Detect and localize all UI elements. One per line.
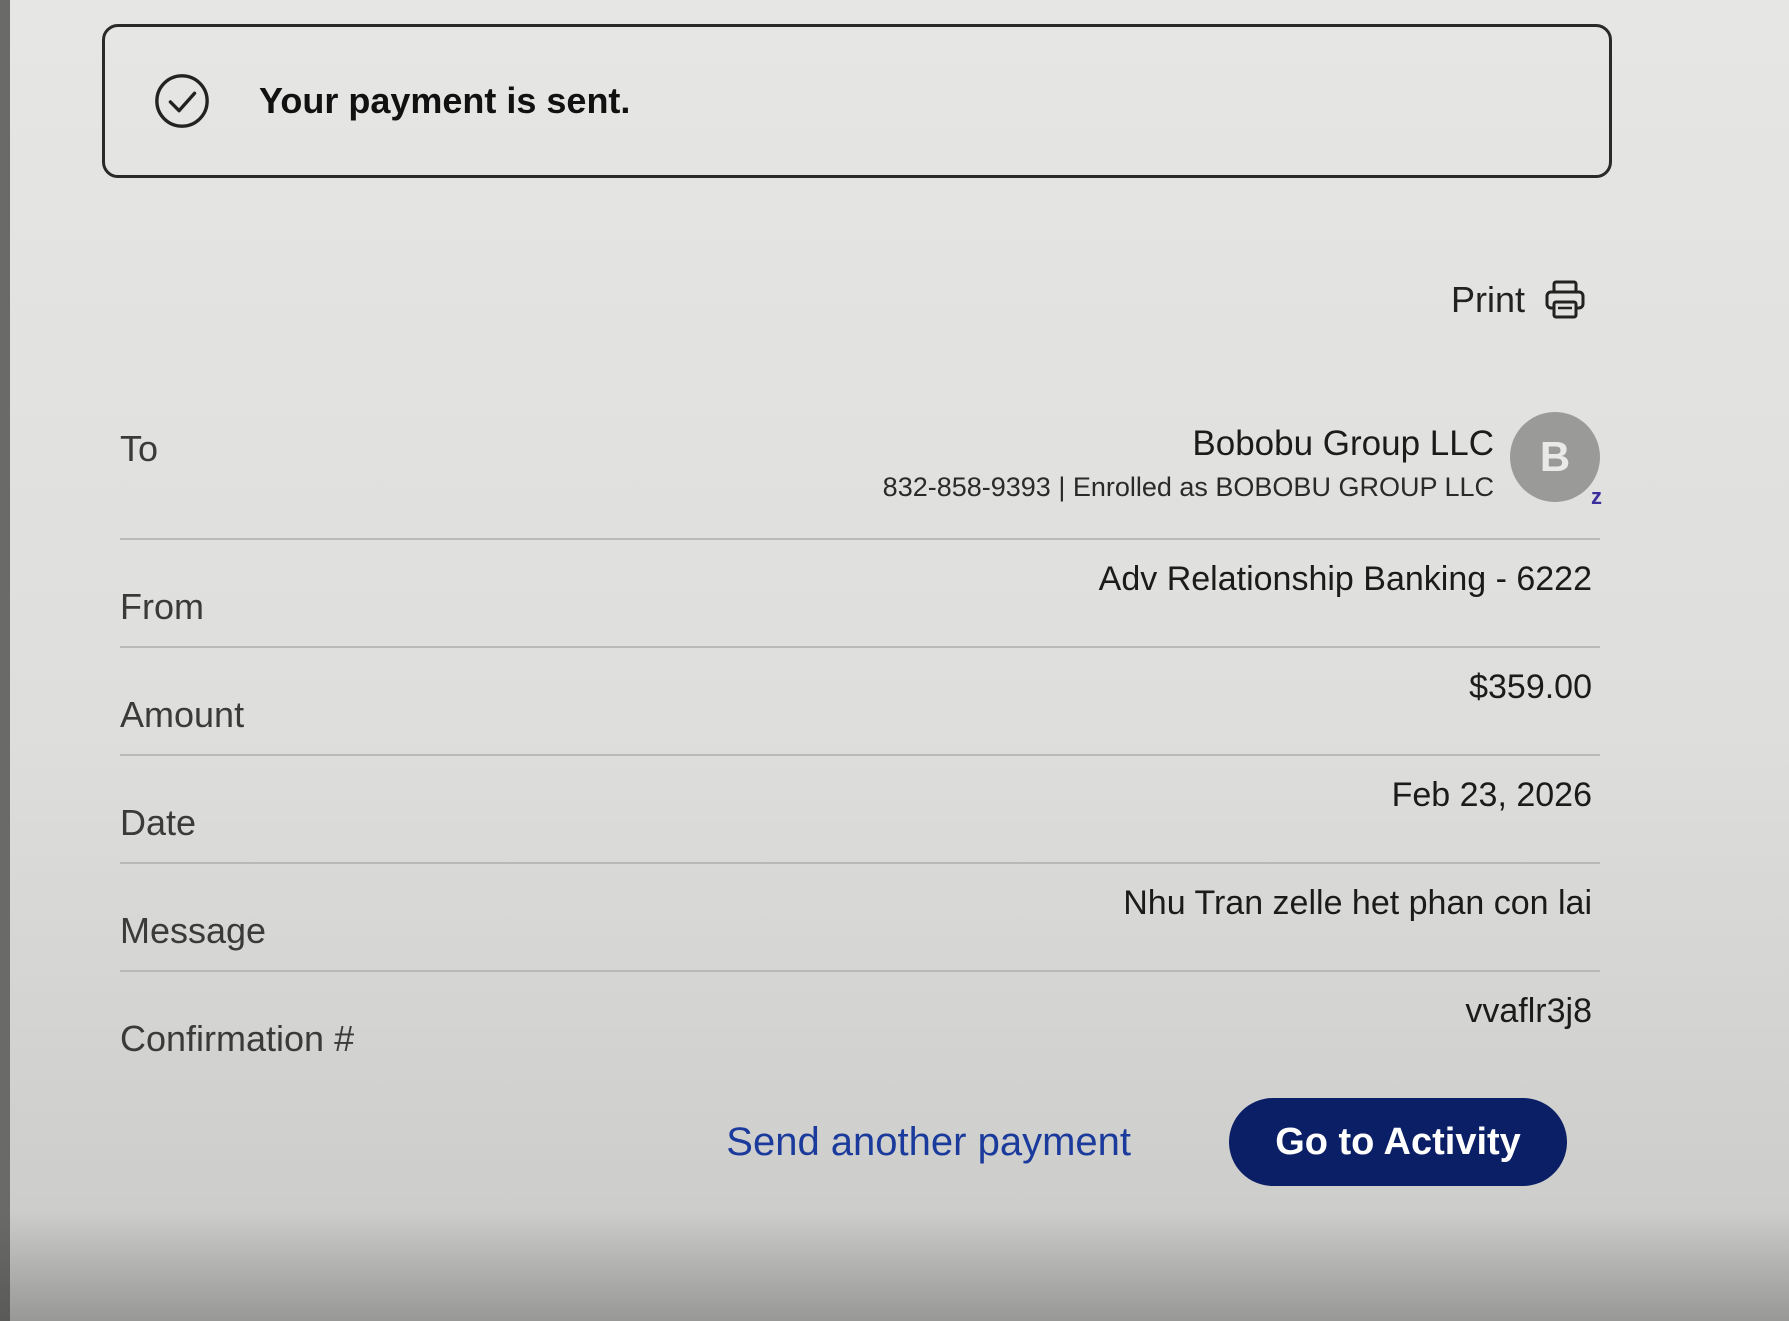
recipient-avatar: B z xyxy=(1510,412,1602,509)
send-another-payment-link[interactable]: Send another payment xyxy=(726,1120,1131,1165)
print-label: Print xyxy=(1450,279,1525,320)
amount-value: $359.00 xyxy=(1469,668,1592,706)
detail-row-from: From Adv Relationship Banking - 6222 xyxy=(120,540,1600,648)
amount-label: Amount xyxy=(120,694,245,735)
action-bar: Send another payment Go to Activity xyxy=(726,1098,1567,1186)
bottom-shade xyxy=(0,1211,1789,1321)
print-button[interactable]: Print xyxy=(1451,278,1587,322)
recipient-name: Bobobu Group LLC xyxy=(1192,424,1494,463)
detail-row-amount: Amount $359.00 xyxy=(120,648,1600,756)
from-label: From xyxy=(120,586,204,627)
zelle-badge-icon: z xyxy=(1591,484,1602,509)
date-value: Feb 23, 2026 xyxy=(1391,776,1592,814)
go-to-activity-button[interactable]: Go to Activity xyxy=(1229,1098,1567,1186)
from-value: Adv Relationship Banking - 6222 xyxy=(1098,560,1592,598)
detail-row-confirmation: Confirmation # vvaflr3j8 xyxy=(120,972,1600,1080)
success-banner: Your payment is sent. xyxy=(102,24,1612,178)
avatar-initial: B xyxy=(1539,433,1571,480)
success-message: Your payment is sent. xyxy=(259,80,631,121)
printer-icon xyxy=(1545,280,1585,319)
screen-edge xyxy=(0,0,10,1321)
check-circle-icon xyxy=(155,74,209,128)
confirmation-label: Confirmation # xyxy=(120,1018,355,1059)
confirmation-value: vvaflr3j8 xyxy=(1465,992,1592,1030)
to-label: To xyxy=(120,428,159,469)
page: Your payment is sent. Print To Bobobu Gr… xyxy=(0,0,1789,1321)
message-label: Message xyxy=(120,910,267,951)
message-value: Nhu Tran zelle het phan con lai xyxy=(1123,884,1592,922)
recipient-details: 832-858-9393 | Enrolled as BOBOBU GROUP … xyxy=(882,472,1494,502)
detail-row-to: To Bobobu Group LLC 832-858-9393 | Enrol… xyxy=(120,398,1602,540)
detail-row-message: Message Nhu Tran zelle het phan con lai xyxy=(120,864,1600,972)
detail-row-date: Date Feb 23, 2026 xyxy=(120,756,1600,864)
payment-details: To Bobobu Group LLC 832-858-9393 | Enrol… xyxy=(120,398,1602,1080)
date-label: Date xyxy=(120,802,197,843)
